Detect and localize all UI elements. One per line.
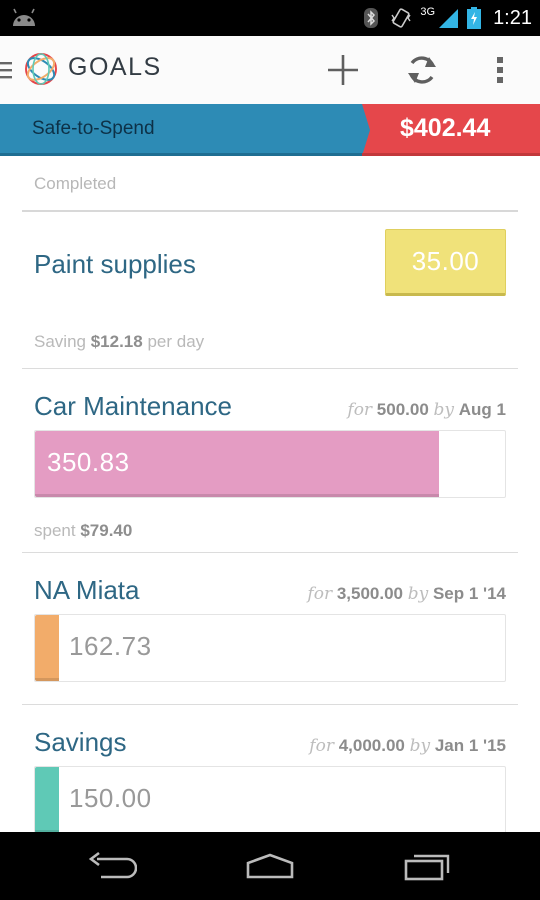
goal-target: for 3,500.00 by Sep 1 '14 bbox=[307, 584, 506, 604]
goal-current-amount: 350.83 bbox=[47, 447, 130, 477]
vibrate-icon bbox=[391, 8, 411, 28]
home-icon bbox=[246, 853, 294, 879]
clock: 1:21 bbox=[493, 6, 532, 29]
goal-progress-bar[interactable]: 350.83 bbox=[34, 430, 506, 498]
safe-to-spend-label: Safe-to-Spend bbox=[32, 118, 155, 139]
saving-rate: Saving $12.18 per day bbox=[34, 332, 205, 351]
spent-amount: spent $79.40 bbox=[34, 521, 133, 540]
goal-name: Paint supplies bbox=[34, 249, 196, 279]
completed-amount-badge[interactable]: 35.00 bbox=[385, 229, 506, 296]
system-nav-bar bbox=[0, 832, 540, 900]
goal-current-amount: 150.00 bbox=[69, 783, 152, 813]
goal-target: for 4,000.00 by Jan 1 '15 bbox=[309, 736, 506, 756]
goal-current-amount: 162.73 bbox=[69, 631, 152, 661]
menu-icon[interactable] bbox=[0, 59, 14, 81]
network-type-label: 3G bbox=[420, 6, 436, 18]
goal-progress-fill bbox=[35, 767, 59, 833]
more-vertical-icon bbox=[497, 57, 503, 83]
add-goal-button[interactable] bbox=[323, 50, 363, 90]
overflow-menu-button[interactable] bbox=[480, 50, 520, 90]
recents-icon bbox=[404, 854, 450, 881]
completed-amount: 35.00 bbox=[411, 246, 480, 276]
goal-item-car-maintenance[interactable]: Car Maintenance for 500.00 by Aug 1 350.… bbox=[22, 369, 518, 553]
goal-progress-bar[interactable]: 162.73 bbox=[34, 614, 506, 682]
goal-name: Savings bbox=[34, 727, 127, 757]
goal-item-na-miata[interactable]: NA Miata for 3,500.00 by Sep 1 '14 162.7… bbox=[22, 553, 518, 705]
goal-name: Car Maintenance bbox=[34, 391, 232, 421]
sync-icon bbox=[408, 56, 436, 84]
app-logo-icon[interactable] bbox=[22, 50, 60, 88]
back-icon bbox=[88, 851, 137, 879]
goal-name: NA Miata bbox=[34, 575, 140, 605]
bluetooth-icon bbox=[364, 8, 379, 28]
goal-progress-bar[interactable]: 150.00 bbox=[34, 766, 506, 834]
action-bar: GOALS bbox=[0, 36, 540, 104]
android-icon bbox=[13, 8, 35, 26]
app-title: GOALS bbox=[68, 53, 162, 81]
goal-item-savings[interactable]: Savings for 4,000.00 by Jan 1 '15 150.00 bbox=[22, 705, 518, 835]
status-bar: 3G 1:21 bbox=[0, 0, 540, 36]
goal-item-paint-supplies[interactable]: Paint supplies 35.00 Saving $12.18 per d… bbox=[22, 212, 518, 369]
goal-progress-fill bbox=[35, 615, 59, 681]
back-button[interactable] bbox=[82, 846, 142, 886]
goals-list: Completed Paint supplies 35.00 Saving $1… bbox=[22, 156, 518, 835]
section-title: Completed bbox=[34, 174, 117, 193]
sync-button[interactable] bbox=[402, 50, 442, 90]
signal-icon bbox=[439, 9, 459, 28]
completed-section-header: Completed bbox=[22, 156, 518, 212]
recents-button[interactable] bbox=[398, 846, 458, 886]
home-button[interactable] bbox=[240, 846, 300, 886]
battery-charging-icon bbox=[467, 7, 482, 29]
goal-target: for 500.00 by Aug 1 bbox=[347, 400, 506, 420]
safe-to-spend-banner[interactable]: Safe-to-Spend $402.44 bbox=[0, 104, 540, 156]
plus-icon bbox=[328, 55, 358, 85]
safe-to-spend-amount: $402.44 bbox=[400, 114, 491, 142]
